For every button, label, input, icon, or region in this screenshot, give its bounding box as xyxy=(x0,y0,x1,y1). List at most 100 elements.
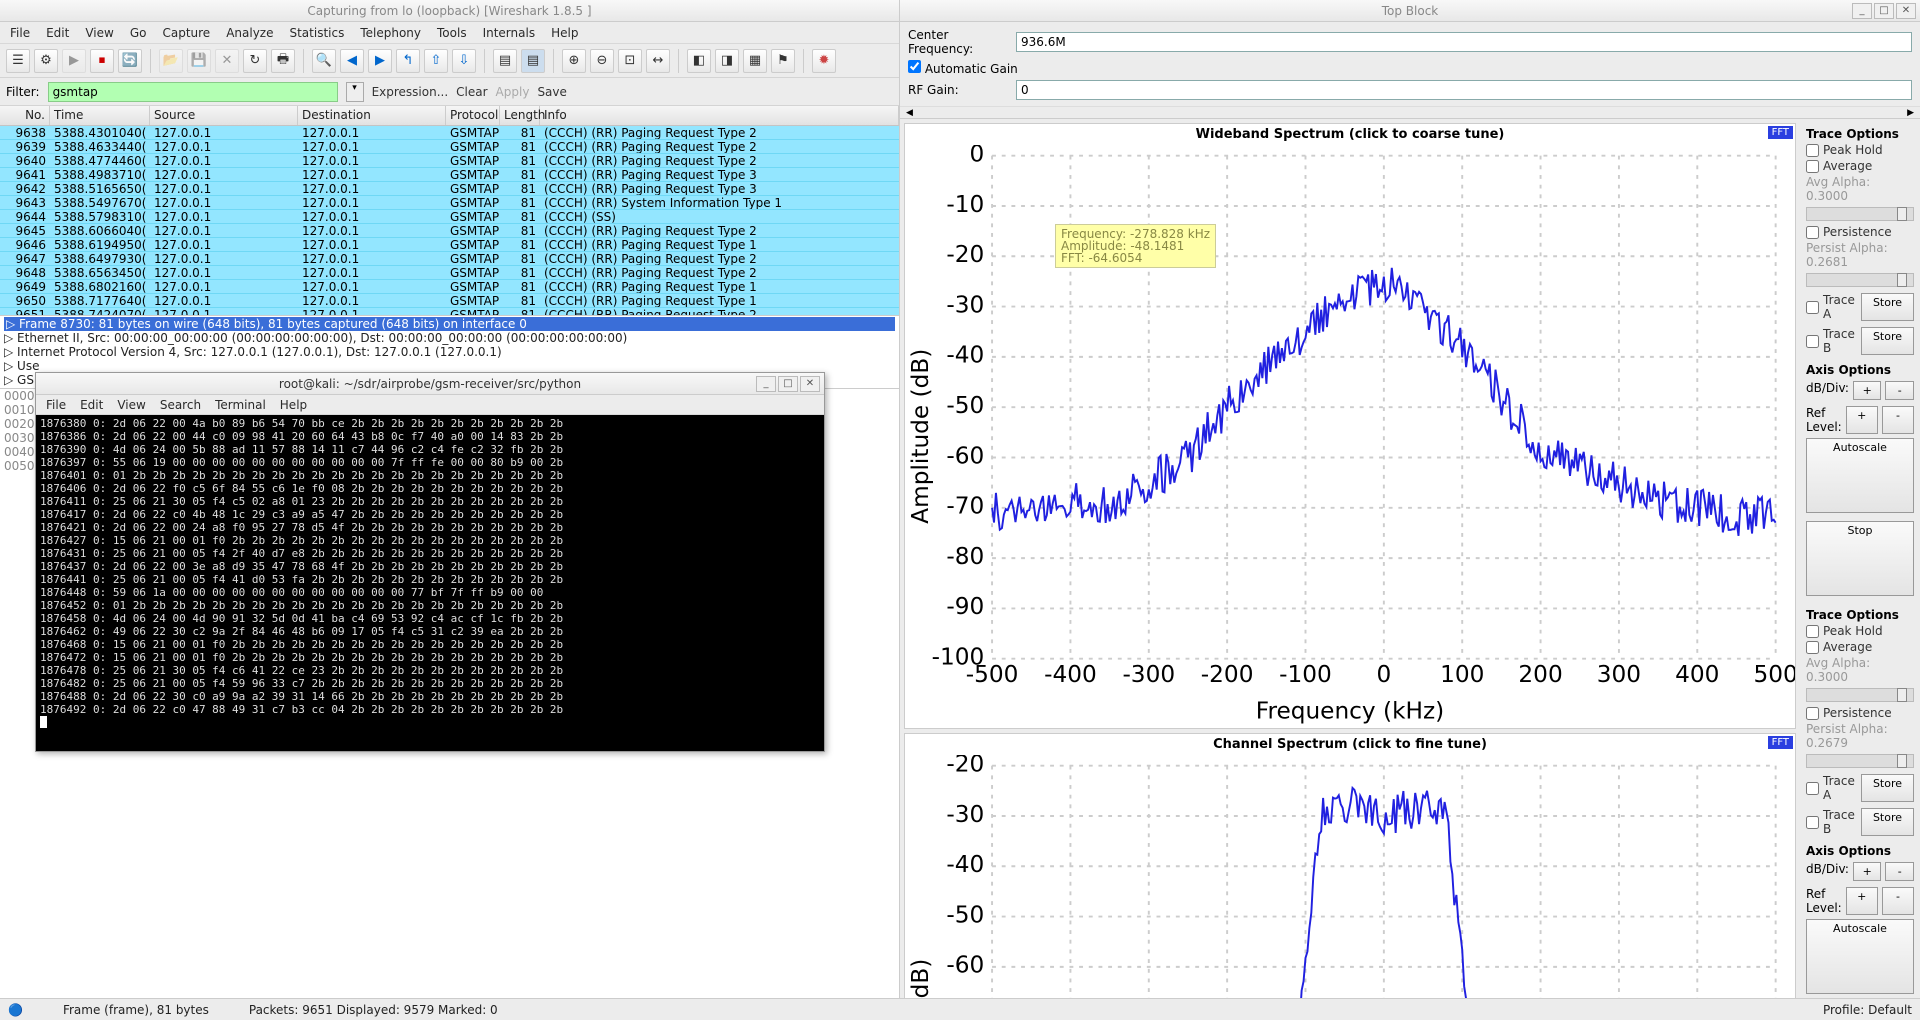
first-icon[interactable]: ⇧ xyxy=(424,49,448,73)
menu-internals[interactable]: Internals xyxy=(483,26,536,40)
minimize-icon[interactable]: _ xyxy=(756,376,776,392)
automatic-gain-checkbox[interactable]: Automatic Gain xyxy=(908,60,1912,76)
autoscale-button[interactable]: Autoscale xyxy=(1806,438,1914,513)
table-row[interactable]: 96405388.4774460(127.0.0.1127.0.0.1GSMTA… xyxy=(0,154,899,168)
store-b-button[interactable]: Store xyxy=(1861,808,1914,836)
prefs-icon[interactable]: ⚑ xyxy=(771,49,795,73)
table-row[interactable]: 96505388.7177640(127.0.0.1127.0.0.1GSMTA… xyxy=(0,294,899,308)
menu-go[interactable]: Go xyxy=(130,26,147,40)
options-icon[interactable]: ⚙ xyxy=(34,49,58,73)
resize-cols-icon[interactable]: ↔ xyxy=(646,49,670,73)
col-proto[interactable]: Protocol xyxy=(446,106,500,125)
restart-capture-icon[interactable]: 🔄 xyxy=(118,49,142,73)
fft-badge[interactable]: FFT xyxy=(1768,736,1793,749)
autoscroll-icon[interactable]: ▤ xyxy=(521,49,545,73)
menu-file[interactable]: File xyxy=(46,398,66,412)
menu-edit[interactable]: Edit xyxy=(80,398,103,412)
store-b-button[interactable]: Store xyxy=(1861,327,1914,355)
coloring-rules-icon[interactable]: ▦ xyxy=(743,49,767,73)
menu-search[interactable]: Search xyxy=(160,398,201,412)
store-a-button[interactable]: Store xyxy=(1861,774,1914,802)
terminal-titlebar[interactable]: root@kali: ~/sdr/airprobe/gsm-receiver/s… xyxy=(36,373,824,395)
average-checkbox[interactable]: Average xyxy=(1806,159,1914,173)
dissect-line[interactable]: ▷ Ethernet II, Src: 00:00:00_00:00:00 (0… xyxy=(4,331,895,345)
autoscale-button[interactable]: Autoscale xyxy=(1806,919,1914,994)
stop-button[interactable]: Stop xyxy=(1806,521,1914,596)
ref-minus-button[interactable]: - xyxy=(1882,887,1914,915)
dbdiv-minus-button[interactable]: - xyxy=(1885,381,1914,400)
persist-alpha-slider[interactable] xyxy=(1806,754,1914,768)
zoom-out-icon[interactable]: ⊖ xyxy=(590,49,614,73)
peak-hold-checkbox[interactable]: Peak Hold xyxy=(1806,143,1914,157)
trace-b-checkbox[interactable]: Trace B xyxy=(1806,808,1857,836)
filter-input[interactable] xyxy=(48,82,338,102)
menu-statistics[interactable]: Statistics xyxy=(289,26,344,40)
stop-capture-icon[interactable]: ⏹ xyxy=(90,49,114,73)
maximize-icon[interactable]: □ xyxy=(1874,3,1894,19)
ref-plus-button[interactable]: + xyxy=(1846,406,1878,434)
dbdiv-minus-button[interactable]: - xyxy=(1885,862,1914,881)
menu-telephony[interactable]: Telephony xyxy=(360,26,421,40)
col-dst[interactable]: Destination xyxy=(298,106,446,125)
table-row[interactable]: 96435388.5497670(127.0.0.1127.0.0.1GSMTA… xyxy=(0,196,899,210)
colorize-icon[interactable]: ▤ xyxy=(493,49,517,73)
help-icon[interactable]: ✹ xyxy=(812,49,836,73)
capture-filters-icon[interactable]: ◧ xyxy=(687,49,711,73)
zoom-fit-icon[interactable]: ⊡ xyxy=(618,49,642,73)
wideband-plot[interactable]: Wideband Spectrum (click to coarse tune)… xyxy=(904,123,1796,729)
dbdiv-plus-button[interactable]: + xyxy=(1853,381,1882,400)
dbdiv-plus-button[interactable]: + xyxy=(1853,862,1882,881)
packet-list[interactable]: No. Time Source Destination Protocol Len… xyxy=(0,106,899,316)
scrollbar-right-icon[interactable]: ▶ xyxy=(1907,108,1914,118)
filter-dropdown-icon[interactable]: ▾ xyxy=(346,82,364,102)
filter-save-button[interactable]: Save xyxy=(537,85,566,99)
channel-plot[interactable]: Channel Spectrum (click to fine tune) FF… xyxy=(904,733,1796,998)
table-row[interactable]: 96415388.4983710(127.0.0.1127.0.0.1GSMTA… xyxy=(0,168,899,182)
prev-icon[interactable]: ◀ xyxy=(340,49,364,73)
close-file-icon[interactable]: ✕ xyxy=(215,49,239,73)
terminal-window[interactable]: root@kali: ~/sdr/airprobe/gsm-receiver/s… xyxy=(35,372,825,752)
table-row[interactable]: 96445388.5798310(127.0.0.1127.0.0.1GSMTA… xyxy=(0,210,899,224)
status-profile[interactable]: Profile: Default xyxy=(1823,1003,1912,1017)
avg-alpha-slider[interactable] xyxy=(1806,207,1914,221)
menu-view[interactable]: View xyxy=(85,26,113,40)
save-icon[interactable]: 💾 xyxy=(187,49,211,73)
terminal-body[interactable]: 1876380 0: 2d 06 22 00 4a b0 89 b6 54 70… xyxy=(36,415,824,751)
interfaces-icon[interactable]: ☰ xyxy=(6,49,30,73)
menu-terminal[interactable]: Terminal xyxy=(215,398,266,412)
peak-hold-checkbox[interactable]: Peak Hold xyxy=(1806,624,1914,638)
ref-plus-button[interactable]: + xyxy=(1846,887,1878,915)
minimize-icon[interactable]: _ xyxy=(1852,3,1872,19)
menu-help[interactable]: Help xyxy=(280,398,307,412)
filter-clear-button[interactable]: Clear xyxy=(456,85,487,99)
next-icon[interactable]: ▶ xyxy=(368,49,392,73)
close-icon[interactable]: ✕ xyxy=(800,376,820,392)
table-row[interactable]: 96385388.4301040(127.0.0.1127.0.0.1GSMTA… xyxy=(0,126,899,140)
table-row[interactable]: 96395388.4633440(127.0.0.1127.0.0.1GSMTA… xyxy=(0,140,899,154)
menu-view[interactable]: View xyxy=(117,398,145,412)
menu-capture[interactable]: Capture xyxy=(162,26,210,40)
maximize-icon[interactable]: □ xyxy=(778,376,798,392)
rf-gain-input[interactable] xyxy=(1016,80,1912,100)
open-icon[interactable]: 📂 xyxy=(159,49,183,73)
col-no[interactable]: No. xyxy=(0,106,50,125)
filter-expression-button[interactable]: Expression... xyxy=(372,85,449,99)
table-row[interactable]: 96425388.5165650(127.0.0.1127.0.0.1GSMTA… xyxy=(0,182,899,196)
trace-a-checkbox[interactable]: Trace A xyxy=(1806,293,1857,321)
filter-apply-button[interactable]: Apply xyxy=(496,85,530,99)
persistence-checkbox[interactable]: Persistence xyxy=(1806,225,1914,239)
close-icon[interactable]: ✕ xyxy=(1896,3,1916,19)
avg-alpha-slider[interactable] xyxy=(1806,688,1914,702)
goto-icon[interactable]: ↰ xyxy=(396,49,420,73)
print-icon[interactable]: 🖶 xyxy=(271,49,295,73)
menu-file[interactable]: File xyxy=(10,26,30,40)
fft-badge[interactable]: FFT xyxy=(1768,126,1793,139)
persistence-checkbox[interactable]: Persistence xyxy=(1806,706,1914,720)
table-row[interactable]: 96485388.6563450(127.0.0.1127.0.0.1GSMTA… xyxy=(0,266,899,280)
menu-help[interactable]: Help xyxy=(551,26,578,40)
zoom-in-icon[interactable]: ⊕ xyxy=(562,49,586,73)
start-capture-icon[interactable]: ▶ xyxy=(62,49,86,73)
table-row[interactable]: 96465388.6194950(127.0.0.1127.0.0.1GSMTA… xyxy=(0,238,899,252)
table-row[interactable]: 96455388.6066040(127.0.0.1127.0.0.1GSMTA… xyxy=(0,224,899,238)
col-len[interactable]: Length xyxy=(500,106,540,125)
